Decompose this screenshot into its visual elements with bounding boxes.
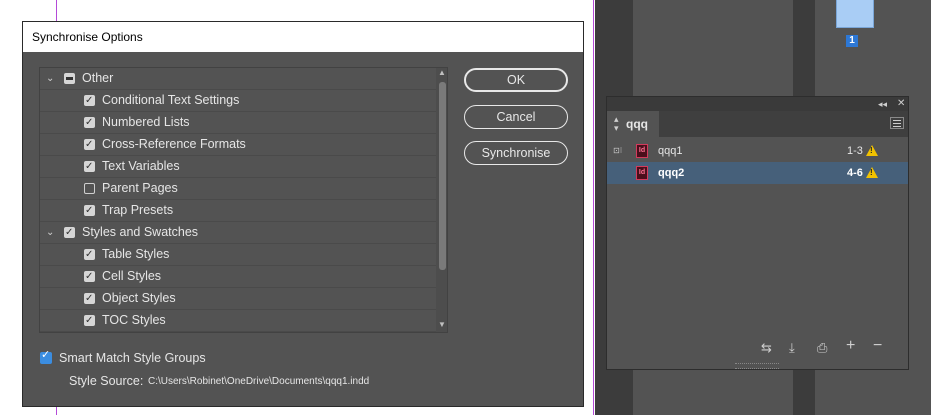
smart-match-label[interactable]: Smart Match Style Groups [59, 351, 206, 365]
cancel-button[interactable]: Cancel [464, 105, 568, 129]
option-row[interactable]: Cross-Reference Formats [40, 134, 436, 156]
style-source-icon[interactable]: ⊡⁝ [613, 146, 623, 156]
option-checkbox[interactable] [64, 222, 75, 243]
scrollbar-thumb[interactable] [439, 82, 446, 270]
indesign-doc-icon: Id [636, 166, 648, 180]
tab-book[interactable]: ▴ ▾ qqq [607, 111, 659, 137]
option-checkbox[interactable] [84, 183, 95, 194]
option-label: Text Variables [102, 159, 180, 173]
page-range: 4-6 [847, 167, 863, 179]
option-row[interactable]: Trap Presets [40, 200, 436, 222]
synchronise-icon[interactable]: ⇆ [761, 341, 772, 355]
option-group-row[interactable]: ⌄ Styles and Swatches [40, 222, 436, 244]
panel-footer: ⇆ ⤓ ⎙ + − [607, 337, 908, 361]
option-label: TOC Styles [102, 313, 166, 327]
option-checkbox[interactable] [84, 90, 95, 111]
option-checkbox[interactable] [64, 73, 75, 84]
option-checkbox[interactable] [84, 244, 95, 265]
option-row[interactable]: Parent Pages [40, 178, 436, 200]
book-panel: ◂◂ ✕ ▴▾ qqq ⊡⁝ Id qqq1 1-3 Id qqq2 4-6 ⇆… [606, 96, 909, 370]
option-checkbox[interactable] [84, 266, 95, 287]
option-label: Table Styles [102, 247, 170, 261]
option-checkbox[interactable] [84, 112, 95, 133]
scroll-down-icon[interactable]: ▼ [437, 320, 447, 330]
option-row[interactable]: Numbered Lists [40, 112, 436, 134]
warning-icon [866, 145, 878, 156]
add-document-icon[interactable]: + [846, 338, 855, 354]
ok-button[interactable]: OK [464, 68, 568, 92]
document-name: qqq1 [658, 145, 683, 157]
option-group-row[interactable]: ⌄ Other [40, 68, 436, 90]
option-label: Parent Pages [102, 181, 178, 195]
option-label: Other [82, 71, 114, 85]
warning-icon [866, 167, 878, 178]
book-document-row[interactable]: Id qqq2 4-6 [607, 162, 908, 184]
chevron-down-icon[interactable]: ⌄ [46, 68, 58, 89]
panel-tab-bar: ▴ ▾ qqq [607, 111, 908, 137]
print-book-icon[interactable]: ⎙ [817, 341, 827, 355]
resize-grip[interactable] [735, 363, 779, 369]
synchronise-options-dialog: Synchronise Options TOC Styles Object Sty… [22, 21, 584, 407]
chevron-down-icon[interactable]: ⌄ [46, 222, 58, 243]
page-range: 1-3 [847, 145, 863, 157]
tab-label: qqq [626, 117, 648, 131]
option-row[interactable]: Cell Styles [40, 266, 436, 288]
document-name: qqq2 [658, 167, 685, 179]
tab-arrows-icon: ▴ ▾ [614, 114, 619, 133]
smart-match-checkbox[interactable] [40, 348, 52, 364]
option-row[interactable]: Object Styles [40, 288, 436, 310]
panel-menu-icon[interactable] [890, 117, 904, 129]
option-label: Object Styles [102, 291, 176, 305]
option-checkbox[interactable] [84, 310, 95, 331]
option-label: Cross-Reference Formats [102, 137, 246, 151]
indesign-doc-icon: Id [636, 144, 648, 158]
option-label: Cell Styles [102, 269, 162, 283]
panel-header-bar: ◂◂ ✕ [607, 97, 908, 111]
dialog-title: Synchronise Options [23, 22, 583, 52]
option-row[interactable]: TOC Styles [40, 310, 436, 332]
option-label: Styles and Swatches [82, 225, 199, 239]
page-number-badge: 1 [846, 35, 858, 47]
remove-document-icon[interactable]: − [873, 338, 882, 354]
margin-guide-right [593, 0, 594, 415]
save-book-icon[interactable]: ⤓ [789, 341, 795, 355]
option-checkbox[interactable] [84, 134, 95, 155]
options-tree: TOC Styles Object Styles Cell Styles Table … [39, 67, 448, 333]
option-row[interactable]: Text Variables [40, 156, 436, 178]
scroll-up-icon[interactable]: ▲ [437, 68, 447, 78]
synchronise-button[interactable]: Synchronise [464, 141, 568, 165]
option-label: Numbered Lists [102, 115, 190, 129]
option-row[interactable]: Conditional Text Settings [40, 90, 436, 112]
collapse-panel-icon[interactable]: ◂◂ [878, 97, 887, 111]
option-row[interactable]: Table Styles [40, 244, 436, 266]
option-label: Trap Presets [102, 203, 174, 217]
page-thumbnail[interactable] [836, 0, 874, 28]
option-checkbox[interactable] [84, 288, 95, 309]
option-checkbox[interactable] [84, 156, 95, 177]
style-source-label: Style Source: [69, 374, 144, 388]
style-source-path: C:\Users\Robinet\OneDrive\Documents\qqq1… [148, 376, 370, 387]
option-checkbox[interactable] [84, 200, 95, 221]
book-document-row[interactable]: ⊡⁝ Id qqq1 1-3 [607, 140, 908, 162]
close-icon[interactable]: ✕ [897, 97, 905, 111]
option-label: Conditional Text Settings [102, 93, 240, 107]
